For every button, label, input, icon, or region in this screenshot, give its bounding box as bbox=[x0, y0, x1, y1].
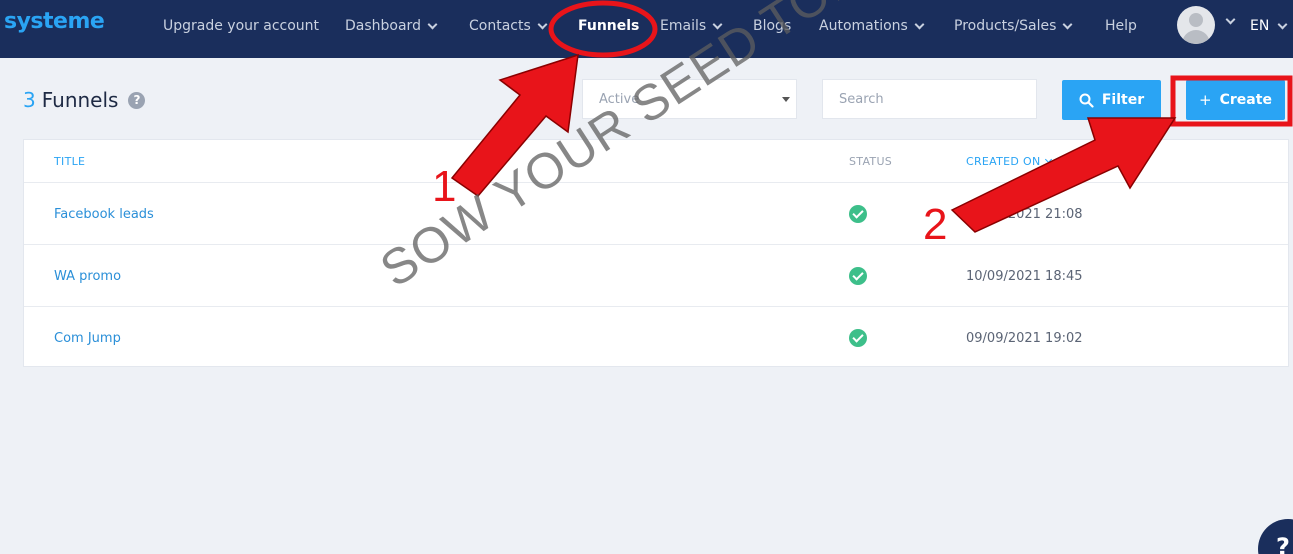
chevron-down-icon bbox=[537, 19, 548, 29]
systeme-logo[interactable]: systeme bbox=[4, 9, 105, 34]
chevron-down-icon bbox=[1062, 19, 1073, 29]
caret-down-icon bbox=[782, 97, 790, 102]
filter-button[interactable]: Filter bbox=[1062, 80, 1161, 120]
nav-item-label: Upgrade your account bbox=[163, 18, 320, 34]
nav-upgrade-account[interactable]: Upgrade your account bbox=[163, 0, 319, 52]
nav-contacts[interactable]: Contacts bbox=[469, 0, 548, 52]
created-on-date: 09/09/2021 19:02 bbox=[966, 331, 1083, 346]
table-row[interactable]: Com Jump 09/09/2021 19:02 bbox=[24, 306, 1288, 368]
column-header-title[interactable]: TITLE bbox=[54, 155, 85, 168]
created-on-date: 11/09/2021 21:08 bbox=[966, 207, 1083, 222]
nav-item-label: Dashboard bbox=[345, 18, 421, 34]
nav-item-label: Automations bbox=[819, 18, 908, 34]
chevron-down-icon[interactable] bbox=[1225, 14, 1236, 25]
nav-funnels[interactable]: Funnels bbox=[578, 0, 639, 52]
avatar-head-shape bbox=[1189, 13, 1203, 27]
language-label: EN bbox=[1250, 18, 1270, 34]
chevron-down-icon bbox=[427, 19, 438, 29]
search-icon bbox=[1079, 93, 1094, 108]
funnel-title-link[interactable]: Com Jump bbox=[54, 331, 121, 346]
active-status-check-icon bbox=[849, 267, 867, 285]
nav-emails[interactable]: Emails bbox=[660, 0, 723, 52]
nav-item-label: Blogs bbox=[753, 18, 792, 34]
column-header-status: STATUS bbox=[849, 155, 893, 168]
chevron-down-icon bbox=[914, 19, 925, 29]
nav-automations[interactable]: Automations bbox=[819, 0, 925, 52]
language-selector[interactable]: EN bbox=[1250, 0, 1288, 52]
nav-blogs[interactable]: Blogs bbox=[753, 0, 791, 52]
create-button-label: Create bbox=[1219, 92, 1272, 108]
funnels-table: TITLE STATUS CREATED ON Facebook leads 1… bbox=[23, 139, 1289, 367]
created-on-date: 10/09/2021 18:45 bbox=[966, 269, 1083, 284]
active-status-check-icon bbox=[849, 205, 867, 223]
active-status-check-icon bbox=[849, 329, 867, 347]
table-row[interactable]: WA promo 10/09/2021 18:45 bbox=[24, 244, 1288, 306]
nav-help[interactable]: Help bbox=[1105, 0, 1137, 52]
nav-item-label: Products/Sales bbox=[954, 18, 1057, 34]
funnel-count: 3 bbox=[23, 88, 36, 112]
nav-item-label: Contacts bbox=[469, 18, 531, 34]
nav-dashboard[interactable]: Dashboard bbox=[345, 0, 438, 52]
plus-icon: + bbox=[1199, 91, 1212, 109]
page-title-text: Funnels bbox=[41, 88, 119, 112]
page-title: 3 Funnels ? bbox=[23, 88, 146, 112]
nav-item-label: Funnels bbox=[578, 18, 640, 34]
column-header-created-on[interactable]: CREATED ON bbox=[966, 155, 1053, 168]
nav-item-label: Emails bbox=[660, 18, 707, 34]
search-input[interactable] bbox=[822, 79, 1037, 119]
sort-chevron-icon bbox=[1045, 155, 1053, 164]
status-filter-select[interactable]: Active bbox=[582, 79, 797, 119]
question-icon[interactable]: ? bbox=[128, 91, 146, 109]
nav-products-sales[interactable]: Products/Sales bbox=[954, 0, 1073, 52]
chevron-down-icon bbox=[1277, 19, 1288, 29]
help-chat-bubble[interactable]: ? bbox=[1258, 519, 1293, 554]
table-row[interactable]: Facebook leads 11/09/2021 21:08 bbox=[24, 182, 1288, 244]
create-funnel-button[interactable]: + Create bbox=[1186, 80, 1285, 120]
avatar-body-shape bbox=[1182, 30, 1210, 44]
funnel-title-link[interactable]: Facebook leads bbox=[54, 207, 154, 222]
funnel-title-link[interactable]: WA promo bbox=[54, 269, 121, 284]
filter-button-label: Filter bbox=[1101, 92, 1145, 108]
nav-item-label: Help bbox=[1105, 18, 1137, 34]
status-filter-value: Active bbox=[599, 92, 640, 107]
column-header-label: CREATED ON bbox=[966, 155, 1041, 168]
top-navigation-bar: systeme Upgrade your account Dashboard C… bbox=[0, 0, 1293, 58]
user-avatar[interactable] bbox=[1177, 6, 1215, 44]
chevron-down-icon bbox=[712, 19, 723, 29]
